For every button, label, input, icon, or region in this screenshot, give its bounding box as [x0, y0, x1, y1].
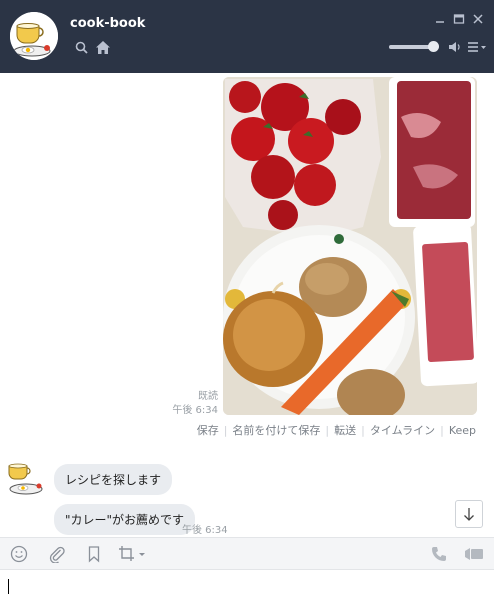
sent-time: 午後 6:34 — [172, 405, 218, 416]
crop-icon[interactable] — [118, 545, 148, 563]
arrow-down-icon — [464, 508, 474, 521]
volume-slider-knob[interactable] — [427, 41, 439, 52]
bot-message-bubble[interactable]: レシピを探します — [54, 464, 173, 495]
timeline-link[interactable]: タイムライン — [370, 424, 435, 437]
photo-actions: 保存 | 名前を付けて保存 | 転送 | タイムライン | Keep — [197, 422, 476, 438]
volume-slider[interactable] — [389, 41, 439, 52]
bookmark-icon[interactable] — [85, 545, 103, 563]
message-toolbar — [0, 537, 494, 570]
menu-icon[interactable] — [467, 41, 487, 53]
forward-link[interactable]: 転送 — [334, 424, 356, 437]
sent-photo[interactable] — [223, 77, 477, 415]
volume-slider-fill — [389, 45, 433, 49]
phone-icon[interactable] — [430, 545, 448, 563]
attach-icon[interactable] — [48, 545, 66, 563]
divider: | — [325, 424, 330, 437]
save-as-link[interactable]: 名前を付けて保存 — [232, 424, 320, 437]
message-input[interactable] — [0, 570, 494, 605]
search-icon[interactable] — [75, 41, 88, 54]
minimize-icon[interactable] — [433, 12, 447, 26]
speaker-icon[interactable] — [448, 41, 462, 53]
chat-avatar[interactable] — [10, 12, 58, 60]
keep-link[interactable]: Keep — [449, 424, 476, 437]
bot-avatar[interactable] — [6, 459, 48, 497]
divider: | — [223, 424, 228, 437]
divider: | — [361, 424, 365, 437]
scroll-to-bottom-button[interactable] — [455, 500, 483, 528]
bot-message-bubble[interactable]: "カレー"がお薦めです — [54, 504, 196, 535]
video-icon[interactable] — [464, 545, 484, 563]
read-status: 既読 — [198, 391, 218, 402]
maximize-icon[interactable] — [452, 12, 466, 26]
close-icon[interactable] — [471, 12, 485, 26]
emoji-icon[interactable] — [10, 545, 28, 563]
home-icon[interactable] — [95, 40, 111, 55]
received-time: 午後 6:34 — [182, 525, 228, 536]
chat-area[interactable]: 既読 午後 6:34 保存 | 名前を付けて保存 | 転送 | タイムライン | Keep レシ… — [0, 73, 494, 537]
text-cursor — [8, 579, 9, 594]
divider: | — [440, 424, 444, 437]
chat-title: cook-book — [70, 16, 146, 31]
title-bar: cook-book — [0, 0, 494, 73]
save-link[interactable]: 保存 — [197, 424, 219, 437]
